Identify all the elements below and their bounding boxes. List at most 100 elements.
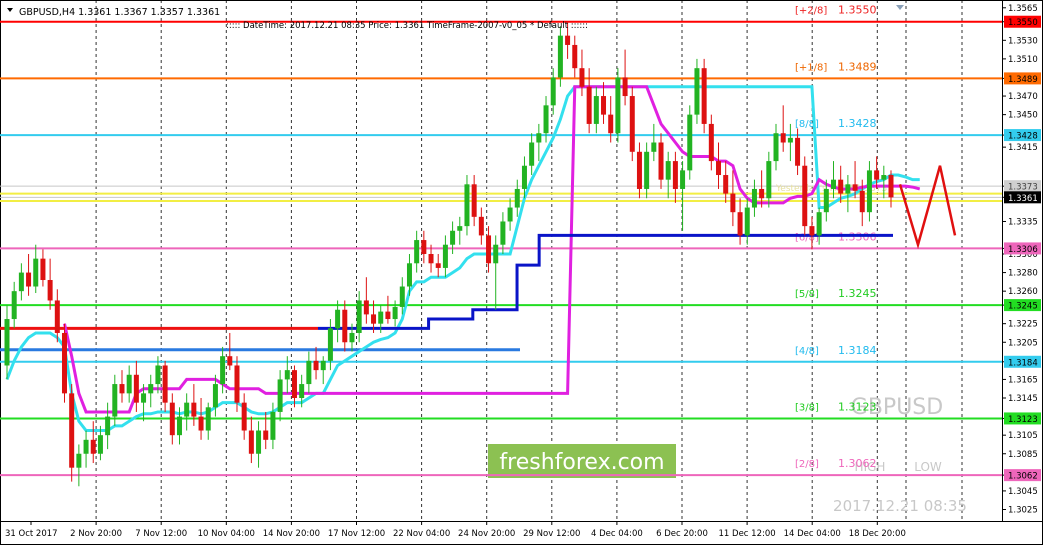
bull-candle bbox=[694, 58, 700, 124]
bull-candle bbox=[687, 105, 693, 180]
y-tick-label: 1.3510 bbox=[1008, 55, 1038, 65]
price-tag-label: 1.3373 bbox=[1008, 183, 1038, 193]
chart-window: GBPUSD freshforex.com HIGH LOW 2017.12.2… bbox=[0, 0, 1043, 545]
candle-body bbox=[371, 314, 377, 324]
price-tag: 1.3184 bbox=[1004, 355, 1041, 368]
price-tag-label: 1.3062 bbox=[1008, 472, 1038, 482]
candle-body bbox=[299, 384, 305, 399]
price-chart[interactable]: GBPUSD freshforex.com HIGH LOW 2017.12.2… bbox=[0, 0, 1043, 545]
x-tick-label: 10 Nov 04:00 bbox=[198, 529, 255, 539]
candle-body bbox=[486, 235, 492, 264]
bear-candle bbox=[802, 156, 808, 236]
candle-body bbox=[565, 35, 571, 45]
candle-body bbox=[550, 77, 556, 106]
candle-body bbox=[644, 151, 650, 189]
x-tick-label: 29 Nov 12:00 bbox=[523, 529, 580, 539]
candle-body bbox=[385, 311, 391, 320]
candle-body bbox=[148, 384, 154, 394]
price-tag: 1.3361 bbox=[1004, 191, 1041, 204]
candle-body bbox=[521, 165, 527, 189]
candle-body bbox=[435, 263, 441, 268]
murrey-level-label: [2/8] bbox=[795, 459, 819, 470]
candle-body bbox=[392, 306, 398, 320]
candle-body bbox=[514, 188, 520, 208]
candle-body bbox=[464, 184, 470, 227]
candle-body bbox=[744, 207, 750, 236]
candle-body bbox=[263, 430, 269, 440]
x-tick-label: 7 Nov 12:00 bbox=[135, 529, 187, 539]
candle-body bbox=[61, 332, 67, 394]
candle-body bbox=[586, 86, 592, 124]
candle-body bbox=[708, 123, 714, 162]
murrey-level-value: 1.3550 bbox=[838, 4, 877, 17]
candle-body bbox=[126, 374, 132, 394]
candle-body bbox=[651, 142, 657, 152]
candle-body bbox=[572, 44, 578, 69]
candle-body bbox=[874, 170, 880, 180]
candle-body bbox=[212, 384, 218, 408]
candle-body bbox=[866, 170, 872, 213]
y-tick-label: 1.3105 bbox=[1008, 431, 1038, 441]
candle-body bbox=[162, 365, 168, 403]
y-tick-label: 1.3335 bbox=[1008, 217, 1038, 227]
watermark-low: LOW bbox=[914, 460, 942, 474]
candle-body bbox=[601, 96, 607, 115]
candle-body bbox=[414, 240, 420, 264]
candle-body bbox=[40, 258, 46, 281]
candle-body bbox=[557, 35, 563, 78]
price-tag: 1.3306 bbox=[1004, 242, 1041, 255]
candle-body bbox=[270, 411, 276, 440]
candle-body bbox=[701, 68, 707, 124]
candle-body bbox=[457, 226, 463, 231]
price-tag: 1.3489 bbox=[1004, 72, 1041, 85]
candle-body bbox=[680, 170, 686, 189]
murrey-level-value: 1.3489 bbox=[838, 60, 877, 73]
candle-body bbox=[155, 365, 161, 385]
candle-body bbox=[766, 161, 772, 199]
candle-body bbox=[838, 179, 844, 194]
candle-body bbox=[536, 133, 542, 143]
candle-body bbox=[83, 439, 89, 454]
y-tick-label: 1.3145 bbox=[1008, 394, 1038, 404]
candle-body bbox=[507, 207, 513, 222]
candle-body bbox=[852, 184, 858, 191]
murrey-level-label: [3/8] bbox=[795, 402, 819, 413]
candle-body bbox=[291, 370, 297, 399]
candle-body bbox=[335, 309, 341, 329]
watermark-datetime: 2017.12.21 08:35 bbox=[833, 497, 967, 515]
bull-candle bbox=[615, 68, 621, 143]
candle-body bbox=[636, 151, 642, 189]
candle-body bbox=[112, 384, 118, 417]
price-tag-label: 1.3123 bbox=[1008, 415, 1038, 425]
candle-body bbox=[69, 393, 75, 468]
candle-body bbox=[90, 439, 96, 454]
y-tick-label: 1.3025 bbox=[1008, 505, 1038, 515]
y-tick-label: 1.3470 bbox=[1008, 92, 1038, 102]
x-tick-label: 22 Nov 04:00 bbox=[393, 529, 450, 539]
candle-body bbox=[241, 402, 247, 431]
murrey-level-value: 1.3306 bbox=[838, 230, 877, 243]
candle-body bbox=[493, 244, 499, 264]
murrey-level-label: [5/8] bbox=[795, 289, 819, 300]
x-tick-label: 14 Dec 04:00 bbox=[784, 529, 841, 539]
murrey-level-label: [4/8] bbox=[795, 346, 819, 357]
candle-body bbox=[478, 216, 484, 236]
candle-body bbox=[809, 226, 815, 236]
candle-body bbox=[471, 184, 477, 217]
candle-body bbox=[97, 435, 103, 454]
candle-body bbox=[622, 77, 628, 97]
x-tick-label: 2 Nov 20:00 bbox=[70, 529, 122, 539]
price-tag-label: 1.3428 bbox=[1008, 132, 1038, 142]
candle-body bbox=[205, 407, 211, 431]
bear-candle bbox=[69, 384, 75, 482]
candle-body bbox=[687, 114, 693, 171]
candle-body bbox=[428, 253, 434, 264]
candle-body bbox=[859, 190, 865, 213]
price-tag: 1.3550 bbox=[1004, 15, 1041, 28]
candle-body bbox=[816, 212, 822, 236]
candle-body bbox=[33, 258, 39, 287]
candle-body bbox=[723, 175, 729, 194]
candle-body bbox=[169, 402, 175, 436]
candle-body bbox=[737, 212, 743, 236]
candle-body bbox=[665, 161, 671, 180]
